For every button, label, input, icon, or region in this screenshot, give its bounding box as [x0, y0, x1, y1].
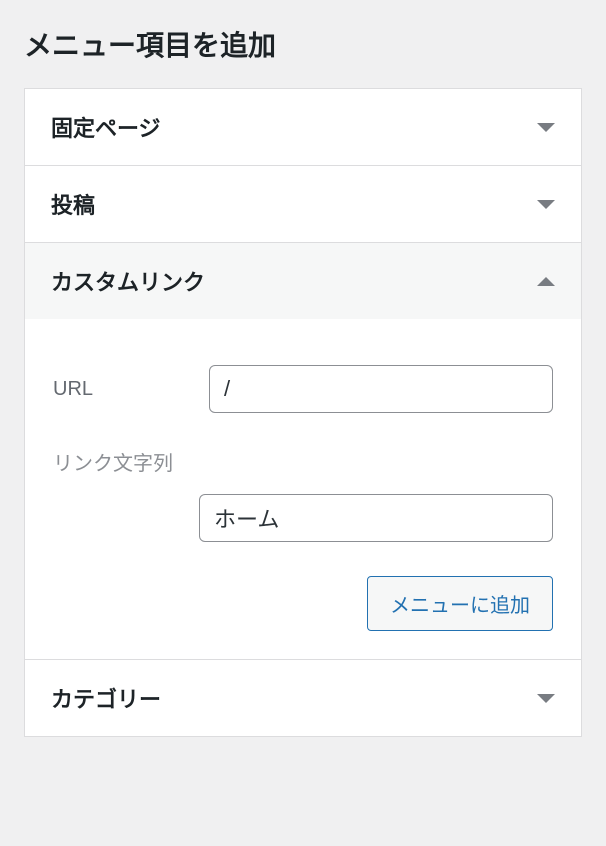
url-row: URL [53, 365, 553, 413]
chevron-up-icon [537, 277, 555, 286]
accordion-title-posts: 投稿 [51, 188, 95, 220]
accordion-title-categories: カテゴリー [51, 682, 161, 714]
accordion-header-categories[interactable]: カテゴリー [25, 660, 581, 736]
url-label: URL [53, 378, 199, 401]
accordion-title-custom-link: カスタムリンク [51, 265, 205, 297]
menu-items-accordion: 固定ページ 投稿 カスタムリンク URL リンク文字列 メニューに追加 [24, 88, 582, 737]
accordion-title-pages: 固定ページ [51, 111, 161, 143]
link-text-input[interactable] [199, 494, 553, 542]
accordion-section-posts: 投稿 [25, 166, 581, 243]
accordion-header-pages[interactable]: 固定ページ [25, 89, 581, 165]
accordion-header-posts[interactable]: 投稿 [25, 166, 581, 242]
accordion-section-pages: 固定ページ [25, 89, 581, 166]
chevron-down-icon [537, 200, 555, 209]
add-to-menu-button[interactable]: メニューに追加 [367, 576, 553, 631]
link-text-row: リンク文字列 [53, 447, 553, 542]
accordion-header-custom-link[interactable]: カスタムリンク [25, 243, 581, 319]
page-title: メニュー項目を追加 [24, 24, 582, 64]
button-row: メニューに追加 [53, 576, 553, 631]
custom-link-content: URL リンク文字列 メニューに追加 [25, 319, 581, 659]
url-input[interactable] [209, 365, 553, 413]
chevron-down-icon [537, 694, 555, 703]
accordion-section-custom-link: カスタムリンク URL リンク文字列 メニューに追加 [25, 243, 581, 660]
link-text-label: リンク文字列 [53, 447, 553, 476]
accordion-section-categories: カテゴリー [25, 660, 581, 736]
chevron-down-icon [537, 123, 555, 132]
